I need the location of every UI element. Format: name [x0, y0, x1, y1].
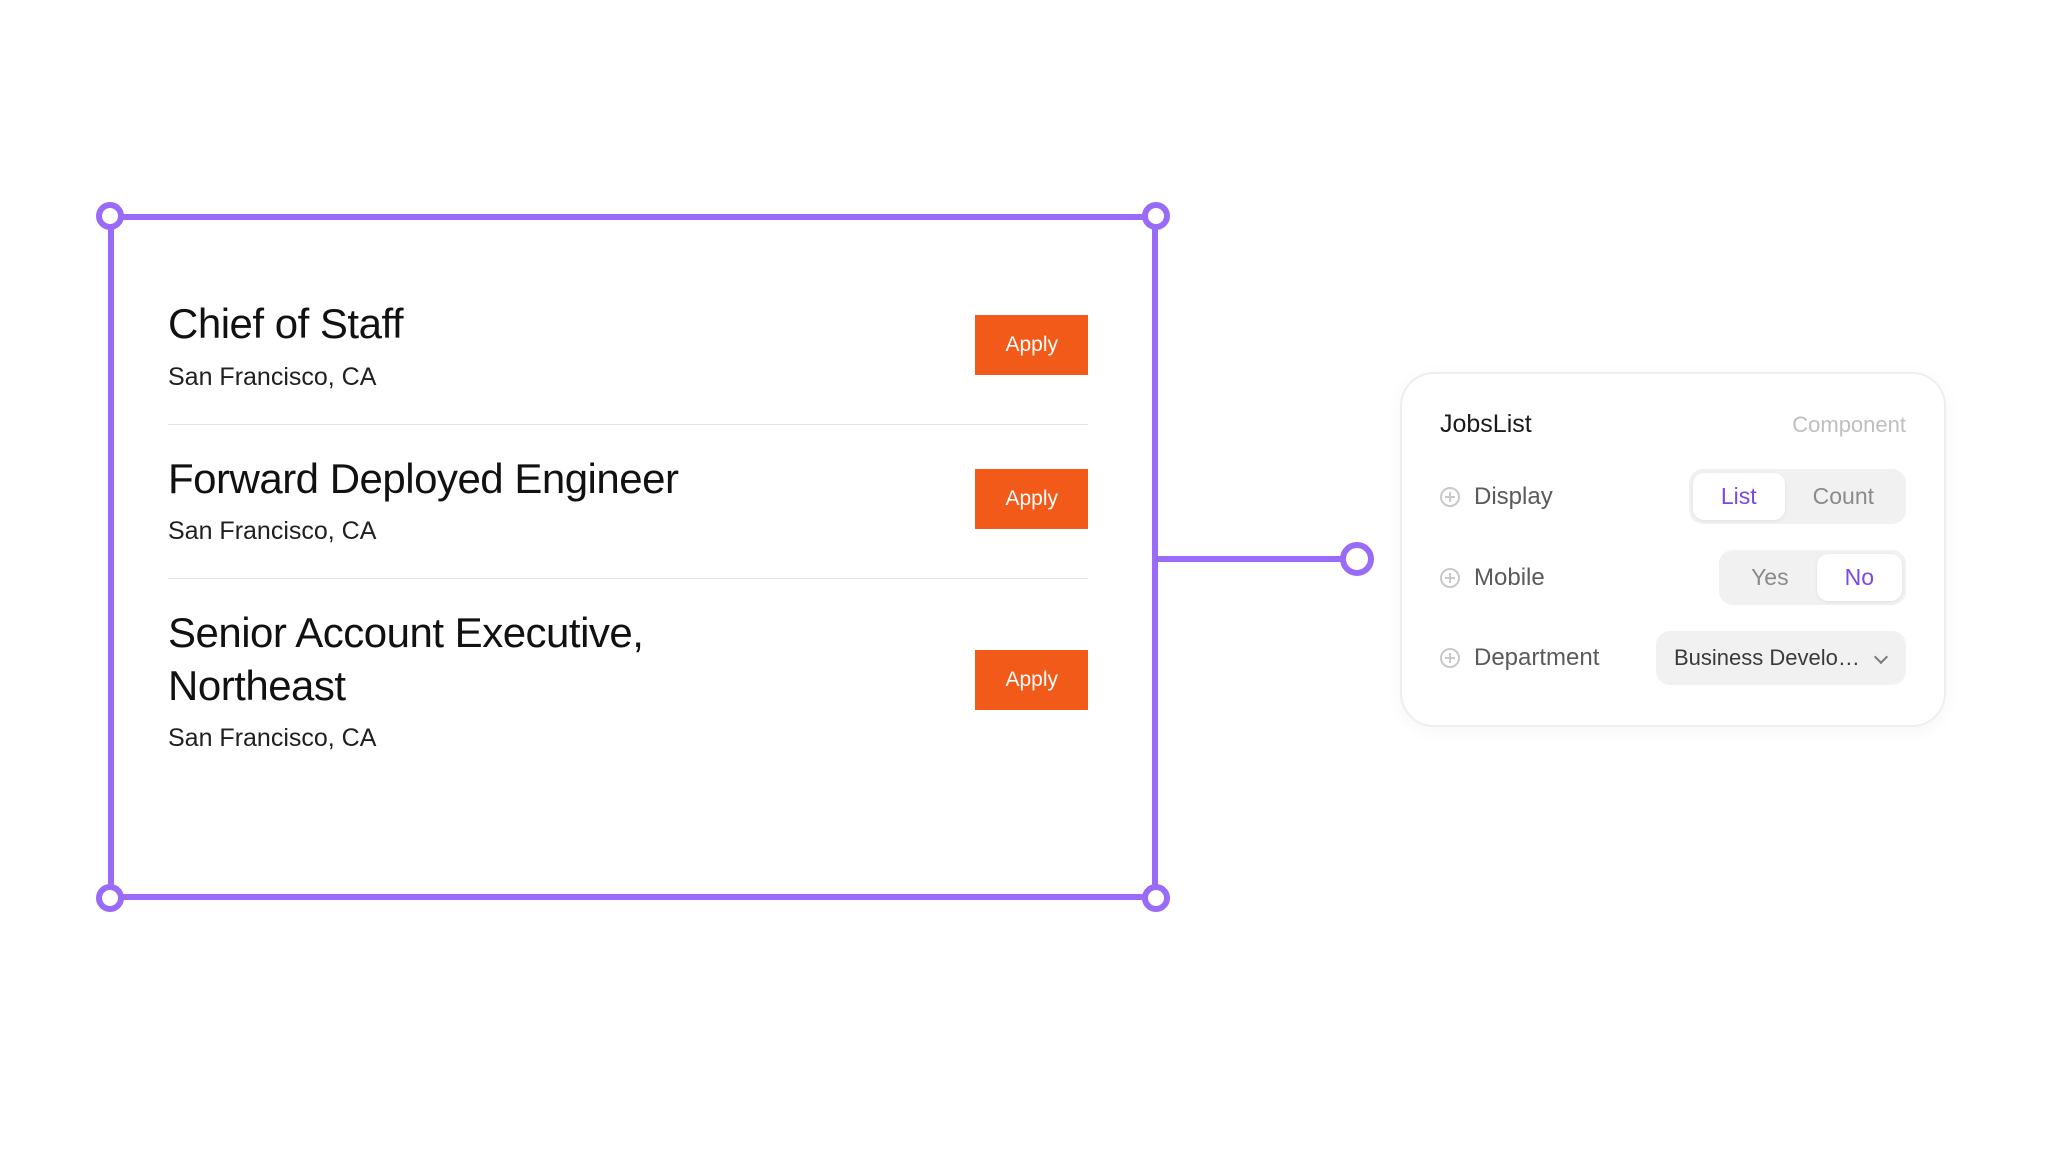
job-location: San Francisco, CA — [168, 517, 678, 546]
prop-label-mobile: Mobile — [1474, 564, 1545, 592]
prop-row-mobile: Mobile Yes No — [1440, 550, 1906, 605]
segment-display-list[interactable]: List — [1693, 473, 1785, 520]
job-location: San Francisco, CA — [168, 363, 403, 392]
resize-handle-bottom-left[interactable] — [96, 884, 124, 912]
resize-handle-top-left[interactable] — [96, 202, 124, 230]
dropdown-department[interactable]: Business Develo… — [1656, 631, 1906, 685]
inspector-title: JobsList — [1440, 410, 1532, 439]
apply-button[interactable]: Apply — [975, 469, 1088, 529]
plus-circle-icon[interactable] — [1440, 568, 1460, 588]
inspector-panel: JobsList Component Display List Count Mo… — [1400, 372, 1946, 727]
selection-connector-handle[interactable] — [1340, 542, 1374, 576]
job-title: Chief of Staff — [168, 298, 403, 351]
chevron-down-icon — [1874, 651, 1888, 665]
resize-handle-bottom-right[interactable] — [1142, 884, 1170, 912]
job-title: Forward Deployed Engineer — [168, 453, 678, 506]
job-title: Senior Account Executive, Northeast — [168, 607, 808, 712]
job-row: Senior Account Executive, Northeast San … — [168, 579, 1088, 785]
apply-button[interactable]: Apply — [975, 315, 1088, 375]
canvas-selection-frame[interactable]: Chief of Staff San Francisco, CA Apply F… — [108, 214, 1158, 900]
job-row: Forward Deployed Engineer San Francisco,… — [168, 425, 1088, 580]
prop-label-display: Display — [1474, 483, 1553, 511]
segment-mobile-yes[interactable]: Yes — [1723, 554, 1817, 601]
plus-circle-icon[interactable] — [1440, 648, 1460, 668]
inspector-subtitle: Component — [1792, 412, 1906, 438]
dropdown-department-value: Business Develo… — [1674, 645, 1862, 671]
prop-row-department: Department Business Develo… — [1440, 631, 1906, 685]
resize-handle-top-right[interactable] — [1142, 202, 1170, 230]
segment-mobile-no[interactable]: No — [1817, 554, 1902, 601]
apply-button[interactable]: Apply — [975, 650, 1088, 710]
segment-display-count[interactable]: Count — [1785, 473, 1902, 520]
prop-row-display: Display List Count — [1440, 469, 1906, 524]
job-location: San Francisco, CA — [168, 724, 808, 753]
selection-connector-line — [1158, 556, 1358, 562]
jobs-list: Chief of Staff San Francisco, CA Apply F… — [114, 220, 1152, 825]
job-row: Chief of Staff San Francisco, CA Apply — [168, 270, 1088, 425]
segmented-control-display: List Count — [1689, 469, 1906, 524]
segmented-control-mobile: Yes No — [1719, 550, 1906, 605]
plus-circle-icon[interactable] — [1440, 487, 1460, 507]
prop-label-department: Department — [1474, 644, 1599, 672]
